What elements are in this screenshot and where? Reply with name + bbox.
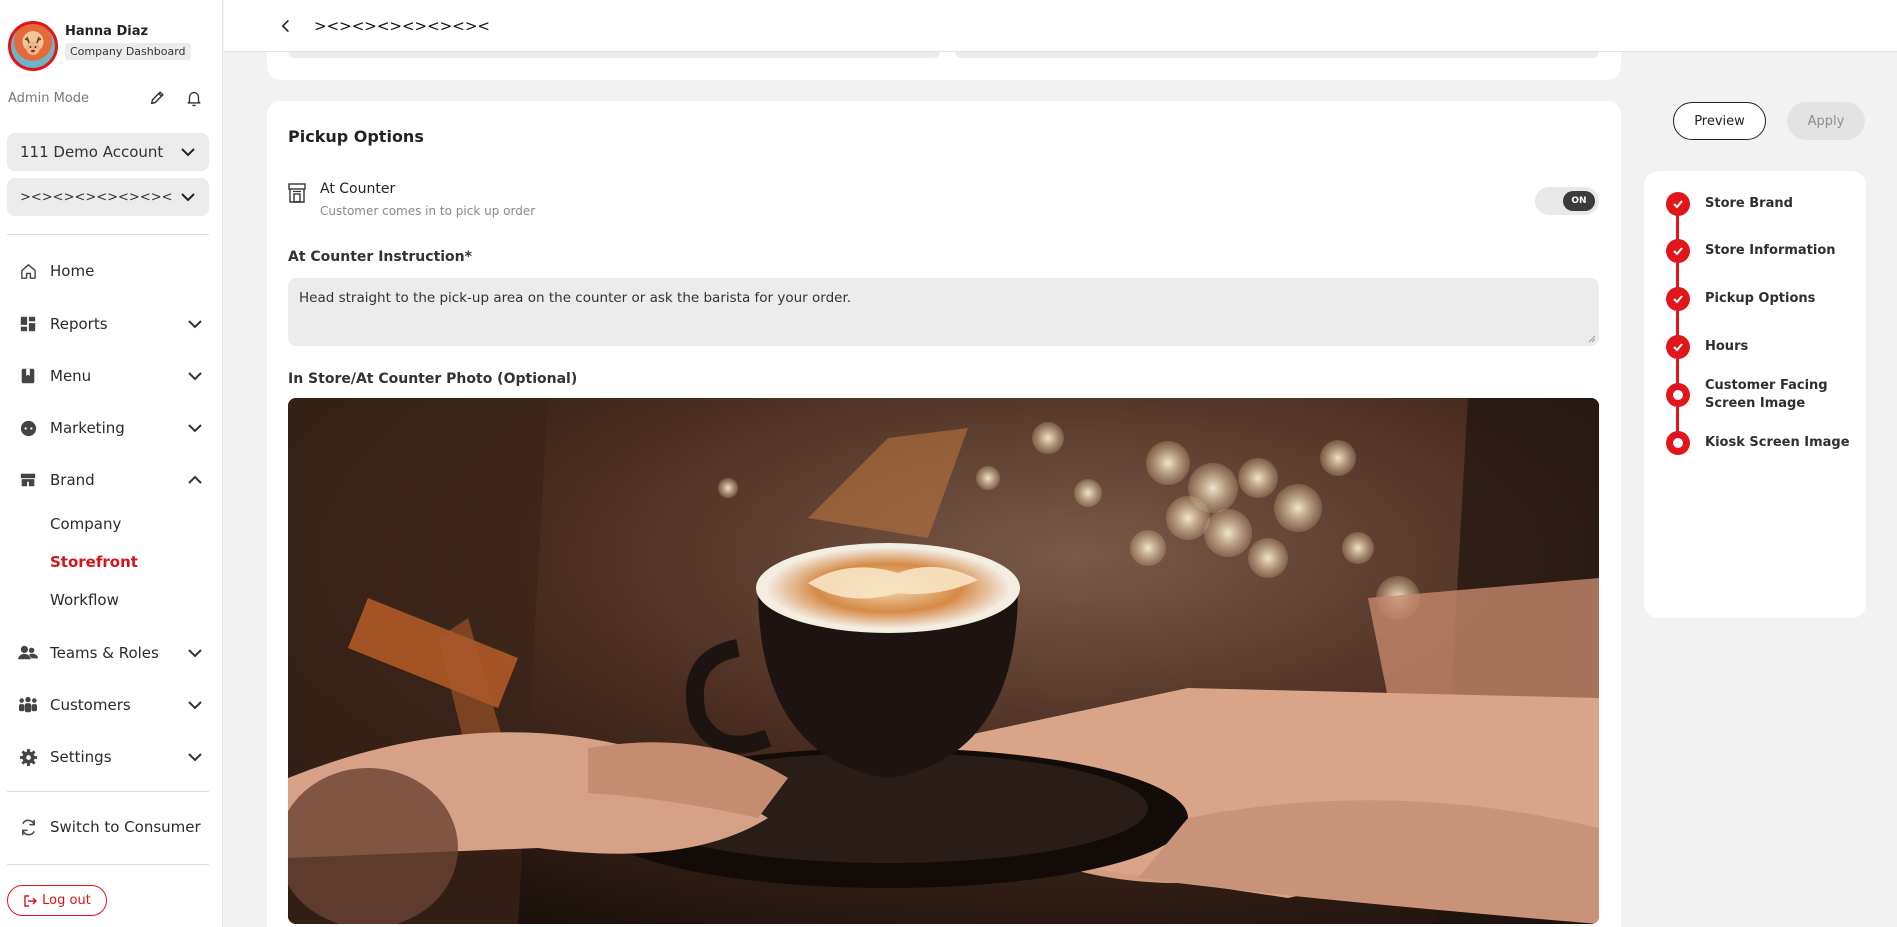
logout-button[interactable]: Log out bbox=[7, 885, 107, 916]
apply-button[interactable]: Apply bbox=[1787, 102, 1865, 140]
sidebar-item-settings[interactable]: Settings bbox=[18, 744, 203, 770]
chevron-down-icon bbox=[188, 701, 202, 710]
option-title: At Counter bbox=[320, 181, 396, 197]
store-select[interactable]: ><><><><><><>< bbox=[7, 178, 209, 216]
sidebar-subitem-storefront[interactable]: Storefront bbox=[50, 553, 138, 571]
customers-icon bbox=[18, 695, 38, 715]
toggle-knob: ON bbox=[1563, 191, 1595, 211]
step-pickup-options[interactable]: Pickup Options bbox=[1705, 290, 1855, 308]
sidebar: Hanna Diaz Company Dashboard Admin Mode … bbox=[0, 0, 223, 927]
back-arrow-icon[interactable] bbox=[276, 16, 296, 36]
sidebar-item-brand[interactable]: Brand bbox=[18, 467, 203, 493]
refresh-icon bbox=[18, 817, 38, 837]
home-icon bbox=[18, 261, 38, 281]
sidebar-divider bbox=[7, 234, 209, 235]
store-select-value: ><><><><><><>< bbox=[20, 189, 173, 205]
sidebar-item-marketing[interactable]: Marketing bbox=[18, 415, 203, 441]
gear-icon bbox=[18, 747, 38, 767]
instruction-value: Head straight to the pick-up area on the… bbox=[299, 290, 852, 306]
input-field-partial[interactable] bbox=[288, 52, 940, 58]
step-pending-icon bbox=[1666, 383, 1690, 407]
sidebar-item-label: Home bbox=[50, 262, 95, 280]
admin-mode-label: Admin Mode bbox=[8, 90, 89, 106]
step-store-information[interactable]: Store Information bbox=[1705, 242, 1855, 260]
chevron-down-icon bbox=[181, 193, 195, 202]
option-description: Customer comes in to pick up order bbox=[320, 204, 536, 218]
step-kiosk-screen[interactable]: Kiosk Screen Image bbox=[1705, 434, 1855, 452]
profile-badge: Company Dashboard bbox=[65, 43, 191, 60]
step-hours[interactable]: Hours bbox=[1705, 338, 1855, 356]
instruction-label: At Counter Instruction* bbox=[288, 249, 472, 265]
step-check-icon bbox=[1666, 239, 1690, 263]
step-check-icon bbox=[1666, 192, 1690, 216]
sidebar-item-menu[interactable]: Menu bbox=[18, 363, 203, 389]
resize-handle-icon[interactable] bbox=[1588, 335, 1596, 343]
chevron-down-icon bbox=[188, 424, 202, 433]
sidebar-item-label: Reports bbox=[50, 315, 108, 333]
sidebar-item-label: Marketing bbox=[50, 419, 125, 437]
sidebar-item-teams[interactable]: Teams & Roles bbox=[18, 640, 203, 666]
input-field-partial[interactable] bbox=[955, 52, 1599, 58]
chevron-down-icon bbox=[181, 148, 195, 157]
deer-avatar-icon bbox=[24, 36, 42, 55]
top-bar: ><><><><><><>< bbox=[224, 0, 1897, 52]
admin-row: Admin Mode bbox=[8, 88, 204, 108]
sidebar-subitem-workflow[interactable]: Workflow bbox=[50, 591, 119, 609]
coffee-handoff-image bbox=[288, 398, 1599, 924]
step-customer-facing-screen[interactable]: Customer Facing Screen Image bbox=[1705, 377, 1855, 413]
sidebar-subitem-company[interactable]: Company bbox=[50, 515, 121, 533]
step-check-icon bbox=[1666, 335, 1690, 359]
photo-label: In Store/At Counter Photo (Optional) bbox=[288, 371, 578, 387]
profile[interactable]: Hanna Diaz Company Dashboard bbox=[8, 21, 191, 71]
chevron-up-icon bbox=[188, 475, 202, 484]
sidebar-item-home[interactable]: Home bbox=[18, 258, 203, 284]
sidebar-item-label: Brand bbox=[50, 471, 95, 489]
dashboard-icon bbox=[18, 314, 38, 334]
instruction-textarea[interactable]: Head straight to the pick-up area on the… bbox=[288, 278, 1599, 346]
step-store-brand[interactable]: Store Brand bbox=[1705, 195, 1855, 213]
logout-icon bbox=[24, 894, 38, 907]
sidebar-item-label: Teams & Roles bbox=[50, 644, 159, 662]
account-select[interactable]: 111 Demo Account bbox=[7, 133, 209, 171]
users-icon bbox=[18, 643, 38, 663]
store-icon bbox=[18, 470, 38, 490]
switch-to-consumer[interactable]: Switch to Consumer bbox=[18, 814, 203, 840]
account-select-value: 111 Demo Account bbox=[20, 143, 164, 161]
sidebar-item-label: Customers bbox=[50, 696, 131, 714]
sidebar-item-label: Settings bbox=[50, 748, 112, 766]
logout-label: Log out bbox=[42, 893, 91, 908]
pencil-icon[interactable] bbox=[147, 88, 167, 108]
sidebar-item-label: Switch to Consumer bbox=[50, 818, 201, 836]
sidebar-item-customers[interactable]: Customers bbox=[18, 692, 203, 718]
book-icon bbox=[18, 366, 38, 386]
chevron-down-icon bbox=[188, 649, 202, 658]
chevron-down-icon bbox=[188, 372, 202, 381]
sidebar-item-label: Menu bbox=[50, 367, 92, 385]
sidebar-item-reports[interactable]: Reports bbox=[18, 311, 203, 337]
pickup-options-card: Pickup Options At Counter Customer comes… bbox=[267, 101, 1621, 927]
profile-name: Hanna Diaz bbox=[65, 24, 149, 39]
chevron-down-icon bbox=[188, 320, 202, 329]
sidebar-divider bbox=[7, 864, 209, 865]
step-pending-icon bbox=[1666, 431, 1690, 455]
counter-store-icon bbox=[288, 183, 306, 203]
bell-icon[interactable] bbox=[184, 88, 204, 108]
page-title: ><><><><><><>< bbox=[314, 16, 490, 35]
store-information-card bbox=[267, 52, 1621, 80]
preview-button[interactable]: Preview bbox=[1673, 102, 1766, 140]
progress-steps-card: Store Brand Store Information Pickup Opt… bbox=[1644, 171, 1866, 618]
chat-icon bbox=[18, 418, 38, 438]
at-counter-toggle[interactable]: ON bbox=[1535, 187, 1599, 215]
avatar bbox=[8, 21, 58, 71]
step-check-icon bbox=[1666, 287, 1690, 311]
counter-photo[interactable] bbox=[288, 398, 1599, 924]
chevron-down-icon bbox=[188, 753, 202, 762]
section-title: Pickup Options bbox=[288, 127, 424, 146]
sidebar-divider bbox=[7, 791, 209, 792]
